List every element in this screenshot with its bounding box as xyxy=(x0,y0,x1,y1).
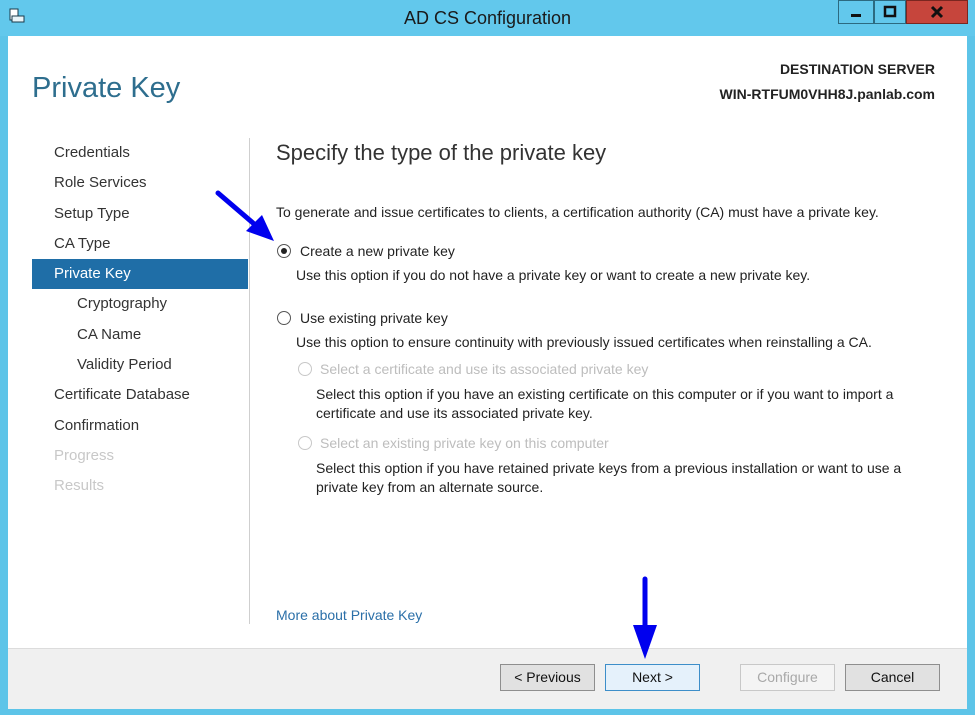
nav-item-results: Results xyxy=(54,477,105,495)
maximize-icon xyxy=(883,5,897,18)
select-certificate-description: Select this option if you have an existi… xyxy=(316,386,894,421)
more-about-private-key-link[interactable]: More about Private Key xyxy=(276,607,422,623)
select-existing-key-radio[interactable] xyxy=(298,436,312,450)
annotation-arrow-icon xyxy=(633,576,657,659)
section-heading: Specify the type of the private key xyxy=(276,140,607,165)
nav-item-ca-name[interactable]: CA Name xyxy=(32,320,248,350)
nav-item-validity-period[interactable]: Validity Period xyxy=(32,350,248,380)
wizard-body: Private Key DESTINATION SERVER WIN-RTFUM… xyxy=(8,36,967,709)
use-existing-key-label[interactable]: Use existing private key xyxy=(300,310,448,326)
nav-item-confirmation[interactable]: Confirmation xyxy=(32,411,248,441)
page-title: Private Key xyxy=(32,72,181,104)
create-new-key-description: Use this option if you do not have a pri… xyxy=(296,267,811,283)
destination-server-label: DESTINATION SERVER xyxy=(779,61,935,77)
maximize-button[interactable] xyxy=(874,0,906,24)
minimize-icon xyxy=(851,14,861,17)
close-icon xyxy=(930,5,944,19)
nav-item-certificate-database[interactable]: Certificate Database xyxy=(32,380,248,410)
create-new-key-label[interactable]: Create a new private key xyxy=(300,243,455,259)
window-title: AD CS Configuration xyxy=(403,8,572,28)
select-existing-key-description: Select this option if you have retained … xyxy=(316,460,902,495)
title-bar: AD CS Configuration xyxy=(0,0,975,36)
previous-button[interactable]: < Previous xyxy=(500,664,595,691)
configure-button[interactable]: Configure xyxy=(740,664,835,691)
select-existing-key-label[interactable]: Select an existing private key on this c… xyxy=(320,435,609,451)
button-bar: < Previous Next > Configure Cancel xyxy=(8,648,967,709)
select-certificate-radio[interactable] xyxy=(298,362,312,376)
use-existing-key-description: Use this option to ensure continuity wit… xyxy=(296,334,872,350)
nav-item-credentials[interactable]: Credentials xyxy=(32,138,248,168)
nav-item-private-key[interactable]: Private Key xyxy=(32,259,248,290)
use-existing-key-radio[interactable] xyxy=(277,311,291,325)
destination-server-name: WIN-RTFUM0VHH8J.panlab.com xyxy=(719,86,935,102)
intro-text: To generate and issue certificates to cl… xyxy=(276,204,879,220)
nav-item-progress: Progress xyxy=(54,446,115,464)
close-button[interactable] xyxy=(906,0,968,24)
annotation-arrow-icon xyxy=(215,190,274,241)
select-certificate-label[interactable]: Select a certificate and use its associa… xyxy=(320,361,648,377)
next-button[interactable]: Next > xyxy=(605,664,700,691)
minimize-button[interactable] xyxy=(838,0,874,24)
create-new-key-radio[interactable] xyxy=(277,244,291,258)
cancel-button[interactable]: Cancel xyxy=(845,664,940,691)
nav-item-cryptography[interactable]: Cryptography xyxy=(32,289,248,319)
